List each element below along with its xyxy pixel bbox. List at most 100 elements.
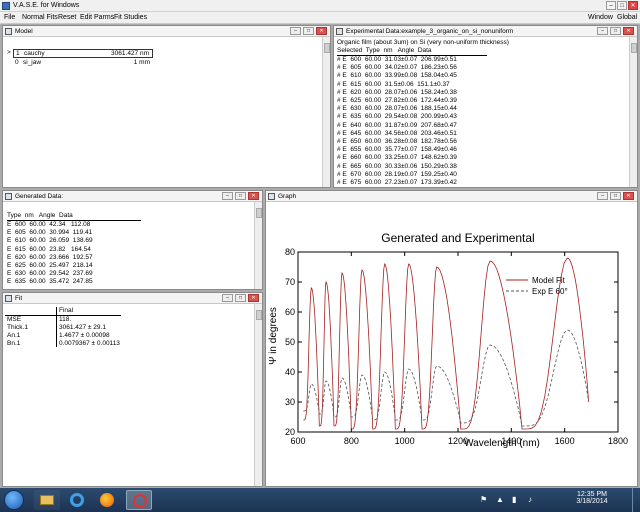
- scroll-thumb[interactable]: [256, 310, 262, 320]
- gen-data-list: E 600 60.00 42.34 112.08 E 605 60.00 30.9…: [7, 221, 93, 287]
- x-tick-label: 1200: [448, 436, 468, 446]
- panel-maximize-button[interactable]: □: [235, 192, 246, 200]
- panel-title: Graph: [278, 193, 297, 200]
- data-row[interactable]: # E 655 60.00 35.77±0.07 158.49±0.46: [337, 146, 457, 154]
- maximize-button[interactable]: □: [617, 1, 627, 10]
- data-row[interactable]: # E 605 60.00 34.02±0.07 186.23±0.56: [337, 64, 457, 72]
- chart-title: Generated and Experimental: [381, 231, 534, 245]
- minimize-button[interactable]: –: [606, 1, 616, 10]
- data-row[interactable]: # E 670 60.00 28.19±0.07 159.25±0.40: [337, 171, 457, 179]
- data-row[interactable]: # E 645 60.00 34.56±0.08 203.46±0.51: [337, 130, 457, 138]
- arrow-icon[interactable]: ▲: [496, 495, 504, 504]
- data-row[interactable]: # E 600 60.00 31.03±0.07 206.99±0.51: [337, 56, 457, 64]
- system-tray: ⚑ ▲ ▮ ♪ 12:35 PM 3/18/2014: [470, 488, 640, 512]
- title-bar: V.A.S.E. for Windows – □ ✕: [0, 0, 640, 12]
- layer-index: 1: [16, 50, 20, 57]
- data-row[interactable]: # E 675 60.00 27.23±0.07 173.39±0.42: [337, 179, 457, 187]
- data-row[interactable]: # E 635 60.00 29.54±0.08 200.99±0.43: [337, 113, 457, 121]
- flag-icon[interactable]: ⚑: [480, 495, 487, 504]
- menu-normal-fits[interactable]: Normal Fits: [22, 14, 58, 21]
- panel-close-button[interactable]: ✕: [623, 27, 634, 35]
- exp-column-header: Selected Type nm Angle Data: [337, 47, 487, 57]
- panel-title: Fit: [15, 295, 23, 302]
- y-tick-label: 80: [285, 247, 295, 257]
- layer-row[interactable]: 0 si_jaw 1 mm: [13, 59, 153, 68]
- menu-fit-studies[interactable]: Fit Studies: [114, 14, 147, 21]
- panel-maximize-button[interactable]: □: [235, 294, 246, 302]
- data-row[interactable]: E 600 60.00 42.34 112.08: [7, 221, 93, 229]
- firefox-icon[interactable]: [94, 490, 120, 510]
- data-row[interactable]: # E 660 60.00 33.25±0.07 148.62±0.39: [337, 154, 457, 162]
- panel-title: Model: [15, 28, 33, 35]
- data-row[interactable]: # E 640 60.00 31.87±0.09 207.68±0.47: [337, 122, 457, 130]
- panel-title: Generated Data:: [15, 193, 64, 200]
- file-explorer-icon[interactable]: [34, 490, 60, 510]
- fit-scrollbar[interactable]: [254, 304, 262, 486]
- panel-close-button[interactable]: ✕: [248, 192, 259, 200]
- menu-edit-parms[interactable]: Edit Parms: [80, 14, 114, 21]
- vase-logo-icon: [133, 494, 147, 508]
- firefox-logo-icon: [100, 493, 114, 507]
- show-desktop-button[interactable]: [632, 488, 640, 512]
- scroll-thumb[interactable]: [324, 43, 330, 53]
- taskbar: ⚑ ▲ ▮ ♪ 12:35 PM 3/18/2014: [0, 488, 640, 512]
- data-row[interactable]: # E 665 60.00 30.33±0.06 150.29±0.38: [337, 163, 457, 171]
- data-row[interactable]: # E 620 60.00 28.07±0.06 158.24±0.38: [337, 89, 457, 97]
- network-icon[interactable]: ▮: [512, 495, 516, 504]
- volume-icon[interactable]: ♪: [528, 495, 532, 504]
- y-tick-label: 40: [285, 367, 295, 377]
- fit-param-label: An.1: [7, 332, 21, 339]
- data-row[interactable]: # E 615 60.00 31.5±0.06 151.1±0.37: [337, 81, 457, 89]
- data-row[interactable]: # E 650 60.00 36.28±0.08 182.78±0.56: [337, 138, 457, 146]
- y-tick-label: 30: [285, 397, 295, 407]
- fit-param-label: Bn.1: [7, 340, 21, 347]
- panel-minimize-button[interactable]: –: [597, 27, 608, 35]
- panel-minimize-button[interactable]: –: [597, 192, 608, 200]
- panel-maximize-button[interactable]: □: [303, 27, 314, 35]
- data-row[interactable]: # E 625 60.00 27.82±0.06 172.44±0.39: [337, 97, 457, 105]
- gen-column-header: Type nm Angle Data: [7, 212, 141, 222]
- menu-global[interactable]: Global: [617, 14, 637, 21]
- layer-row[interactable]: 1 cauchy 3061.427 nm: [13, 49, 153, 58]
- internet-explorer-icon[interactable]: [64, 490, 90, 510]
- clock[interactable]: 12:35 PM 3/18/2014: [570, 491, 614, 505]
- panel-minimize-button[interactable]: –: [222, 192, 233, 200]
- data-row[interactable]: E 625 60.00 25.497 218.14: [7, 262, 93, 270]
- panel-maximize-button[interactable]: □: [610, 27, 621, 35]
- data-row[interactable]: E 605 60.00 30.994 119.41: [7, 229, 93, 237]
- start-button[interactable]: [4, 490, 24, 510]
- close-button[interactable]: ✕: [628, 1, 638, 10]
- gen-scrollbar[interactable]: [254, 202, 262, 289]
- panel-minimize-button[interactable]: –: [222, 294, 233, 302]
- panel-maximize-button[interactable]: □: [610, 192, 621, 200]
- layer-value: 3061.427 nm: [111, 50, 149, 57]
- data-row[interactable]: E 620 60.00 23.666 192.57: [7, 254, 93, 262]
- panel-close-button[interactable]: ✕: [623, 192, 634, 200]
- menu-file[interactable]: File: [4, 14, 15, 21]
- model-panel: Model – □ ✕ > 1 cauchy 3061.427 nm 0 si_…: [2, 25, 331, 188]
- menu-window[interactable]: Window: [588, 14, 613, 21]
- psi-chart[interactable]: Generated and Experimental Wavelength (n…: [266, 202, 637, 486]
- panel-icon: [5, 295, 12, 302]
- data-row[interactable]: E 635 60.00 35.472 247.85: [7, 278, 93, 286]
- x-tick-label: 800: [344, 436, 359, 446]
- data-row[interactable]: # E 630 60.00 28.07±0.06 188.15±0.44: [337, 105, 457, 113]
- panel-minimize-button[interactable]: –: [290, 27, 301, 35]
- panel-close-button[interactable]: ✕: [316, 27, 327, 35]
- y-tick-label: 70: [285, 277, 295, 287]
- menu-reset[interactable]: Reset: [58, 14, 76, 21]
- data-row[interactable]: E 615 60.00 23.82 164.54: [7, 246, 93, 254]
- exp-scrollbar[interactable]: [629, 37, 637, 187]
- data-row[interactable]: # E 610 60.00 33.99±0.08 158.04±0.45: [337, 72, 457, 80]
- scroll-thumb[interactable]: [631, 43, 637, 53]
- fit-param-value: 118.: [59, 316, 72, 323]
- data-row[interactable]: E 610 60.00 26.059 138.69: [7, 237, 93, 245]
- scroll-thumb[interactable]: [256, 208, 262, 218]
- legend-label: Model Fit: [532, 276, 566, 285]
- exp-data-list: # E 600 60.00 31.03±0.07 206.99±0.51 # E …: [337, 56, 457, 187]
- panel-close-button[interactable]: ✕: [248, 294, 259, 302]
- data-row[interactable]: E 630 60.00 29.542 237.69: [7, 270, 93, 278]
- vase-taskbar-button[interactable]: [126, 490, 152, 510]
- layer-index: 0: [15, 59, 19, 66]
- model-scrollbar[interactable]: [322, 37, 330, 187]
